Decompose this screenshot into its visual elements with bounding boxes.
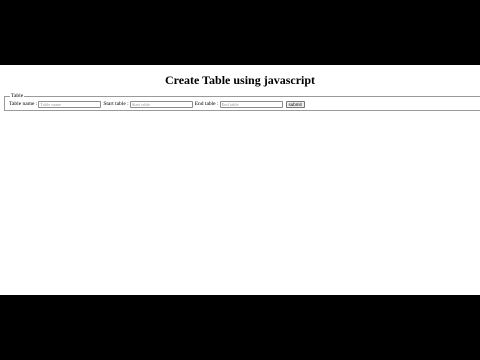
submit-button[interactable]: submit	[285, 100, 305, 108]
form-row: Table name : Start table : End table : s…	[9, 99, 477, 109]
browser-viewport: Create Table using javascript Table Tabl…	[0, 65, 480, 295]
end-table-label: End table :	[194, 101, 219, 107]
letterbox-top	[0, 0, 480, 65]
table-fieldset: Table Table name : Start table : End tab…	[4, 93, 480, 111]
end-table-input[interactable]	[219, 100, 283, 108]
start-table-input[interactable]	[129, 100, 193, 108]
start-table-label: Start table :	[103, 101, 129, 107]
page-title: Create Table using javascript	[164, 73, 316, 87]
table-name-input[interactable]	[38, 100, 102, 108]
fieldset-legend: Table	[11, 93, 24, 99]
letterbox-bottom	[0, 295, 480, 360]
table-name-label: Table name :	[9, 101, 38, 107]
